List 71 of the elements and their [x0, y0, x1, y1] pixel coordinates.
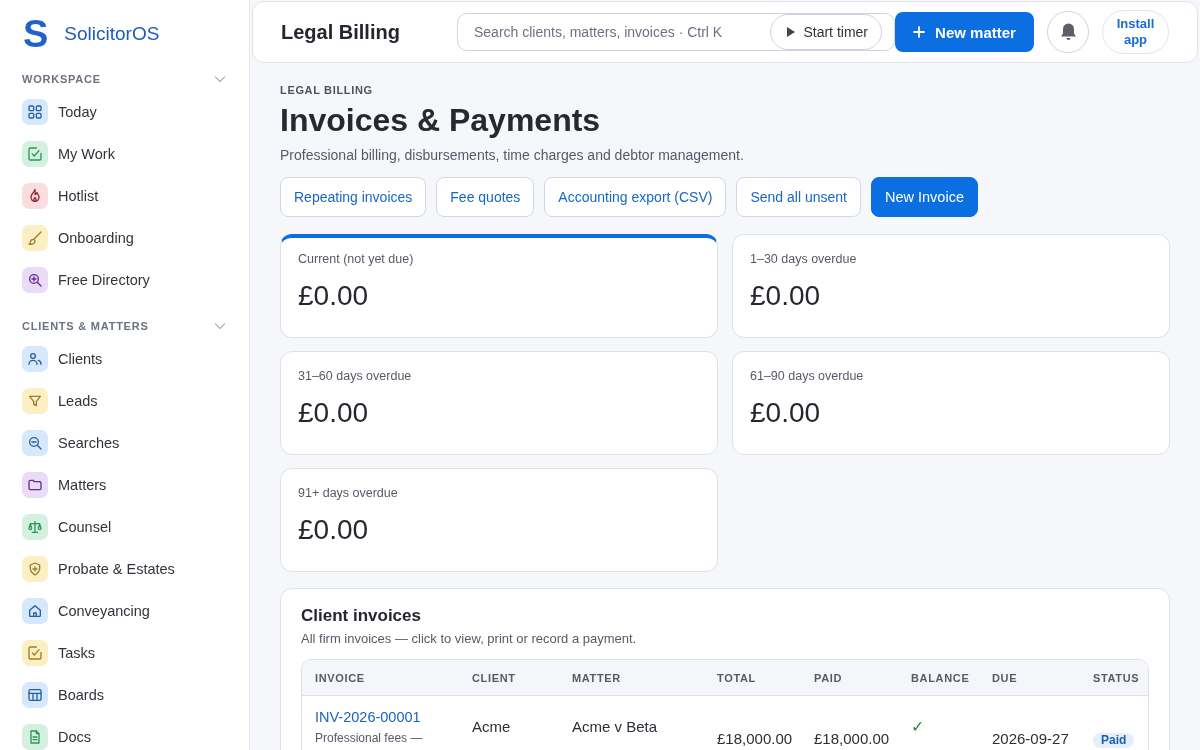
card-label: Current (not yet due): [298, 251, 415, 267]
chevron-down-icon[interactable]: [214, 73, 226, 85]
settled-check: ✓: [911, 717, 924, 737]
logo-letter: S: [23, 13, 49, 54]
action-button[interactable]: New Invoice: [870, 177, 978, 217]
column-header: MATTER: [572, 671, 621, 684]
total-amount: £18,000.00: [717, 732, 793, 746]
summary-card[interactable]: Current (not yet due) £0.00: [280, 234, 718, 338]
card-amount: £0.00: [298, 513, 370, 547]
card-label: 61–90 days overdue: [750, 368, 865, 384]
due-date: 2026-09-27: [992, 732, 1069, 746]
nav-item[interactable]: Conveyancing: [22, 590, 228, 632]
brand-name: SolicitorOS: [64, 22, 160, 45]
summary-card[interactable]: 1–30 days overdue £0.00: [732, 234, 1170, 338]
action-button[interactable]: Accounting export (CSV): [544, 177, 727, 217]
chevron-down-icon[interactable]: [214, 320, 226, 332]
column-header: TOTAL: [717, 671, 756, 684]
page-subtitle: Professional billing, disbursements, time charges and debtor management.: [280, 146, 745, 165]
invoice-description: Professional fees —: [315, 730, 424, 746]
panel-title: Client invoices: [301, 606, 422, 626]
section-heading: CLIENTS & MATTERS: [22, 320, 149, 332]
card-label: 1–30 days overdue: [750, 251, 858, 267]
header-title: Legal Billing: [281, 20, 400, 44]
status-badge: Paid: [1093, 733, 1135, 748]
nav-item[interactable]: Free Directory: [22, 259, 228, 301]
card-amount: £0.00: [298, 396, 370, 430]
section-heading: WORKSPACE: [22, 73, 101, 85]
nav-item[interactable]: Docs: [22, 716, 228, 750]
nav-item[interactable]: Matters: [22, 464, 228, 506]
column-header: DUE: [992, 671, 1018, 684]
nav-item[interactable]: Searches: [22, 422, 228, 464]
nav-item[interactable]: Clients: [22, 338, 228, 380]
notifications-button[interactable]: [1047, 11, 1089, 53]
matter-name: Acme v Beta: [572, 717, 658, 737]
page-title: Invoices & Payments: [280, 101, 602, 139]
column-header: CLIENT: [472, 671, 516, 684]
play-icon: [787, 27, 796, 37]
nav-item[interactable]: Probate & Estates: [22, 548, 228, 590]
action-button[interactable]: Send all unsent: [736, 177, 861, 217]
column-header: BALANCE: [911, 671, 970, 684]
bell-icon: [1059, 23, 1077, 41]
nav-item[interactable]: Today: [22, 91, 228, 133]
summary-card[interactable]: 91+ days overdue £0.00: [280, 468, 718, 572]
card-amount: £0.00: [298, 279, 370, 313]
card-label: 31–60 days overdue: [298, 368, 413, 384]
start-timer-button[interactable]: Start timer: [770, 14, 882, 50]
column-header: STATUS: [1093, 671, 1140, 684]
card-amount: £0.00: [750, 396, 822, 430]
column-header: INVOICE: [315, 671, 365, 684]
breadcrumb-label: LEGAL BILLING: [280, 83, 374, 97]
nav-item[interactable]: Onboarding: [22, 217, 228, 259]
paid-amount: £18,000.00: [814, 732, 890, 746]
column-header: PAID: [814, 671, 843, 684]
nav-item[interactable]: My Work: [22, 133, 228, 175]
nav-item[interactable]: Hotlist: [22, 175, 228, 217]
action-button[interactable]: Fee quotes: [436, 177, 535, 217]
nav-item[interactable]: Tasks: [22, 632, 228, 674]
new-matter-button[interactable]: New matter: [895, 12, 1034, 52]
summary-card[interactable]: 31–60 days overdue £0.00: [280, 351, 718, 455]
card-amount: £0.00: [750, 279, 822, 313]
client-name: Acme: [472, 717, 511, 737]
nav-item[interactable]: Boards: [22, 674, 228, 716]
action-button[interactable]: Repeating invoices: [280, 177, 427, 217]
install-app-button[interactable]: Install app: [1102, 10, 1169, 54]
invoice-link[interactable]: INV-2026-00001: [315, 708, 421, 726]
nav-item[interactable]: Counsel: [22, 506, 228, 548]
card-label: 91+ days overdue: [298, 485, 399, 501]
plus-icon: [913, 26, 926, 38]
summary-card[interactable]: 61–90 days overdue £0.00: [732, 351, 1170, 455]
panel-subtitle: All firm invoices — click to view, print or record a payment.: [301, 630, 638, 648]
nav-item[interactable]: Leads: [22, 380, 228, 422]
